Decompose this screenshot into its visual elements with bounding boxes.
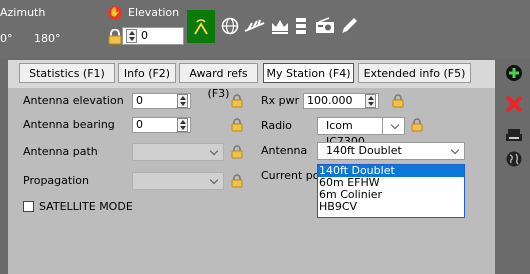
antenna-bearing-label: Antenna bearing xyxy=(23,118,115,131)
chevron-down-icon xyxy=(450,145,460,155)
propagation-label: Propagation xyxy=(23,174,89,187)
delete-icon[interactable] xyxy=(505,95,523,113)
tab-info[interactable]: Info (F2) xyxy=(118,63,176,83)
current-position-label: Current po xyxy=(261,169,320,182)
add-icon[interactable] xyxy=(505,64,523,82)
propagation-select[interactable] xyxy=(132,172,224,190)
antenna-option[interactable]: HB9CV xyxy=(318,201,464,213)
rx-pwr-input[interactable]: 100.000 xyxy=(303,93,379,109)
tab-statistics[interactable]: Statistics (F1) xyxy=(19,63,115,83)
elevation-label: Elevation xyxy=(128,6,180,19)
chevron-down-icon xyxy=(209,146,219,156)
globe-icon[interactable] xyxy=(221,17,239,40)
antenna-path-select[interactable] xyxy=(132,143,224,161)
printer-icon[interactable] xyxy=(505,126,523,144)
propagation-lock-icon[interactable] xyxy=(231,174,243,188)
elevation-value: 0 xyxy=(141,29,148,42)
radio-lock-icon[interactable] xyxy=(411,118,423,132)
antenna-elevation-lock-icon[interactable] xyxy=(231,94,243,108)
crown-icon[interactable] xyxy=(270,17,290,40)
chevron-down-icon xyxy=(209,175,219,185)
elevation-lock-icon[interactable] xyxy=(108,29,122,45)
antenna-elevation-label: Antenna elevation xyxy=(23,94,124,107)
radio-icon[interactable] xyxy=(315,17,335,40)
antenna-bearing-input[interactable]: 0 xyxy=(132,117,191,133)
elevation-spinner[interactable] xyxy=(126,29,137,43)
azimuth-tick-180: 180° xyxy=(34,32,61,45)
antenna-dropdown-list: 140ft Doublet 60m EFHW 6m Colinier HB9CV xyxy=(317,164,465,218)
tower-icon[interactable] xyxy=(244,17,266,40)
tab-my-station[interactable]: My Station (F4) xyxy=(263,63,354,83)
azimuth-tick-0: 0° xyxy=(0,32,13,45)
antenna-elevation-input[interactable]: 0 xyxy=(132,93,191,109)
signal-button[interactable] xyxy=(187,10,215,43)
rx-pwr-lock-icon[interactable] xyxy=(392,94,404,108)
satellite-mode-checkbox[interactable] xyxy=(23,201,34,212)
antenna-bearing-lock-icon[interactable] xyxy=(231,118,243,132)
antenna-path-label: Antenna path xyxy=(23,145,98,158)
radio-select[interactable]: Icom IC7300 xyxy=(317,117,383,148)
antenna-label: Antenna xyxy=(261,144,308,157)
server-icon[interactable] xyxy=(294,17,308,40)
pen-icon[interactable] xyxy=(340,17,358,40)
antenna-elevation-spinner[interactable] xyxy=(177,94,188,108)
antenna-bearing-spinner[interactable] xyxy=(177,118,188,132)
antenna-select[interactable]: 140ft Doublet xyxy=(317,142,465,160)
satellite-mode-label: SATELLITE MODE xyxy=(39,200,133,213)
chevron-down-icon xyxy=(390,120,400,130)
elevation-input[interactable]: 0 xyxy=(122,27,184,45)
world-globe-icon[interactable] xyxy=(505,150,523,168)
tab-extended-info[interactable]: Extended info (F5) xyxy=(358,63,471,83)
radio-select-arrow[interactable] xyxy=(383,117,405,135)
stop-hand-icon[interactable]: ✋ xyxy=(108,6,122,20)
antenna-path-lock-icon[interactable] xyxy=(231,145,243,159)
rx-pwr-spinner[interactable] xyxy=(365,94,376,108)
tab-award-refs[interactable]: Award refs (F3) xyxy=(179,63,258,100)
rx-pwr-label: Rx pwr xyxy=(261,94,300,107)
azimuth-label: Azimuth xyxy=(0,6,46,19)
radio-label: Radio xyxy=(261,119,292,132)
antenna-signal-icon xyxy=(194,19,208,35)
